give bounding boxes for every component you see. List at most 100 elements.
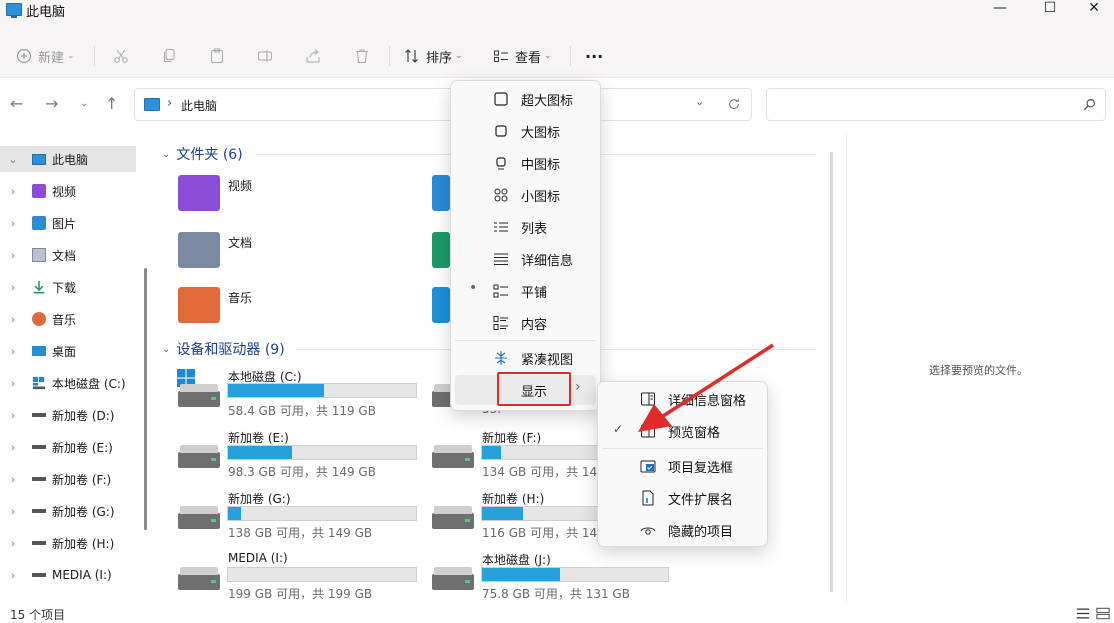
view-menu-item-compact-view[interactable]: 紧凑视图: [455, 343, 596, 373]
sidebar-item-drive-h[interactable]: › 新加卷 (H:): [0, 530, 136, 556]
drive-e-icon[interactable]: [178, 445, 220, 468]
drive-c-icon[interactable]: [178, 384, 220, 407]
folders-header-label: 文件夹 (6): [176, 147, 243, 163]
view-menu-item-tiles[interactable]: • 平铺: [455, 276, 596, 306]
address-dropdown-icon[interactable]: ⌄: [695, 95, 704, 108]
chevron-right-icon[interactable]: ›: [4, 473, 22, 486]
sidebar-item-desktop[interactable]: › 桌面: [0, 338, 136, 364]
videos-folder-icon[interactable]: [178, 175, 220, 211]
view-menu-item-medium-icons[interactable]: 中图标: [455, 148, 596, 178]
sidebar-item-drive-d[interactable]: › 新加卷 (D:): [0, 402, 136, 428]
drives-group-header[interactable]: ⌄ 设备和驱动器 (9): [162, 339, 285, 359]
sidebar-item-drive-g[interactable]: › 新加卷 (G:): [0, 498, 136, 524]
chevron-right-icon[interactable]: ›: [4, 569, 22, 582]
drive-name-e[interactable]: 新加卷 (E:): [228, 429, 289, 446]
recent-locations-chevron-icon[interactable]: ⌄: [80, 98, 88, 109]
content-scrollbar[interactable]: [830, 152, 833, 592]
show-submenu-label: 文件扩展名: [668, 493, 734, 508]
chevron-down-icon[interactable]: ⌄: [4, 153, 22, 166]
view-menu-item-content[interactable]: 内容: [455, 308, 596, 338]
search-input[interactable]: [766, 88, 1106, 121]
chevron-right-icon[interactable]: ›: [4, 377, 22, 390]
paste-icon[interactable]: [209, 48, 225, 64]
delete-icon[interactable]: [354, 48, 370, 64]
show-submenu-item-item-checkboxes[interactable]: 项目复选框: [602, 451, 763, 481]
sidebar-item-drive-f[interactable]: › 新加卷 (F:): [0, 466, 136, 492]
chevron-right-icon[interactable]: ›: [4, 313, 22, 326]
rename-icon[interactable]: [257, 48, 273, 64]
chevron-right-icon[interactable]: ›: [4, 537, 22, 550]
search-icon[interactable]: [1083, 98, 1096, 111]
music-folder-icon[interactable]: [178, 287, 220, 323]
sidebar-item-this-pc[interactable]: ⌄ 此电脑: [0, 146, 136, 172]
list-icon: [494, 222, 508, 232]
view-menu-item-details[interactable]: 详细信息: [455, 244, 596, 274]
show-submenu-label: 项目复选框: [668, 461, 734, 476]
drive-j-icon[interactable]: [432, 567, 474, 590]
show-submenu-item-file-extensions[interactable]: 文件扩展名: [602, 483, 763, 513]
drive-g-icon[interactable]: [178, 506, 220, 529]
minimize-button[interactable]: —: [978, 0, 1022, 18]
drive-h-icon[interactable]: [432, 506, 474, 529]
downloads-folder-icon[interactable]: [432, 232, 450, 268]
refresh-icon[interactable]: [727, 97, 741, 111]
view-menu-item-extra-large-icons[interactable]: 超大图标: [455, 84, 596, 114]
folder-name-documents[interactable]: 文档: [228, 234, 252, 251]
desktop-folder-icon[interactable]: [432, 287, 450, 323]
sidebar-scrollbar[interactable]: [144, 268, 147, 530]
sidebar-item-drive-i[interactable]: › MEDIA (I:): [0, 562, 136, 588]
folders-group-header[interactable]: ⌄ 文件夹 (6): [162, 144, 243, 164]
close-button[interactable]: ✕: [1072, 0, 1114, 18]
drive-name-i[interactable]: MEDIA (I:): [228, 551, 288, 565]
view-menu-item-large-icons[interactable]: 大图标: [455, 116, 596, 146]
folder-name-videos[interactable]: 视频: [228, 177, 252, 194]
view-button[interactable]: 查看 ⌄: [493, 40, 552, 72]
chevron-right-icon[interactable]: ›: [4, 185, 22, 198]
chevron-right-icon[interactable]: ›: [4, 281, 22, 294]
sidebar-item-downloads[interactable]: › 下载: [0, 274, 136, 300]
more-options-button[interactable]: ···: [585, 40, 603, 72]
view-menu-item-list[interactable]: 列表: [455, 212, 596, 242]
tiles-view-icon[interactable]: [1096, 607, 1110, 620]
up-arrow-icon[interactable]: ↑: [105, 94, 118, 113]
show-submenu-label: 隐藏的项目: [668, 525, 734, 540]
chevron-right-icon[interactable]: ›: [4, 441, 22, 454]
new-button[interactable]: 新建 ⌄: [16, 40, 75, 72]
drive-name-h[interactable]: 新加卷 (H:): [482, 490, 544, 507]
drive-i-icon[interactable]: [178, 567, 220, 590]
chevron-right-icon[interactable]: ›: [4, 249, 22, 262]
drive-name-f[interactable]: 新加卷 (F:): [482, 429, 541, 446]
forward-arrow-icon[interactable]: →: [45, 94, 58, 113]
sidebar-item-videos[interactable]: › 视频: [0, 178, 136, 204]
chevron-right-icon[interactable]: ›: [4, 409, 22, 422]
chevron-right-icon[interactable]: ›: [4, 217, 22, 230]
chevron-down-icon[interactable]: ⌄: [162, 344, 170, 355]
chevron-down-icon[interactable]: ⌄: [162, 149, 170, 160]
details-view-icon[interactable]: [1076, 607, 1090, 620]
desktop-icon: [32, 346, 46, 356]
pictures-folder-icon[interactable]: [432, 175, 450, 211]
cut-icon[interactable]: [113, 48, 129, 64]
maximize-button[interactable]: ☐: [1028, 0, 1072, 18]
share-icon[interactable]: [305, 48, 321, 64]
sort-button[interactable]: 排序 ⌄: [404, 40, 463, 72]
copy-icon[interactable]: [162, 48, 178, 64]
documents-folder-icon[interactable]: [178, 232, 220, 268]
drive-name-j[interactable]: 本地磁盘 (J:): [482, 551, 551, 568]
sidebar-item-documents[interactable]: › 文档: [0, 242, 136, 268]
view-menu-item-small-icons[interactable]: 小图标: [455, 180, 596, 210]
back-arrow-icon[interactable]: ←: [10, 94, 23, 113]
sidebar-item-drive-e[interactable]: › 新加卷 (E:): [0, 434, 136, 460]
address-bar[interactable]: › 此电脑 ⌄: [134, 88, 752, 121]
sidebar-item-pictures[interactable]: › 图片: [0, 210, 136, 236]
view-menu-label: 超大图标: [521, 94, 574, 109]
sidebar-item-drive-c[interactable]: › 本地磁盘 (C:): [0, 370, 136, 396]
show-submenu-item-hidden-items[interactable]: 隐藏的项目: [602, 515, 763, 545]
drive-name-g[interactable]: 新加卷 (G:): [228, 490, 291, 507]
drive-f-icon[interactable]: [432, 445, 474, 468]
sidebar-item-music[interactable]: › 音乐: [0, 306, 136, 332]
chevron-right-icon[interactable]: ›: [4, 345, 22, 358]
breadcrumb-this-pc[interactable]: 此电脑: [181, 97, 217, 114]
folder-name-music[interactable]: 音乐: [228, 289, 252, 306]
chevron-right-icon[interactable]: ›: [4, 505, 22, 518]
